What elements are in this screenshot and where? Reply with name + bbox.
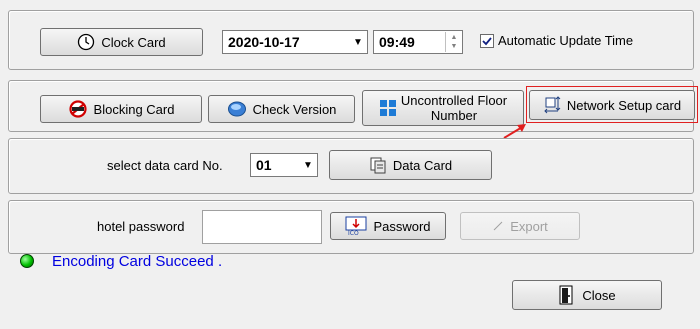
blocking-card-label: Blocking Card — [93, 101, 175, 117]
status-message: Encoding Card Succeed . — [52, 253, 223, 270]
windows-grid-icon — [379, 99, 397, 117]
network-setup-card-button[interactable]: Network Setup card — [529, 90, 695, 120]
uncontrolled-floor-button[interactable]: Uncontrolled Floor Number — [362, 90, 524, 126]
password-icon: ICO — [345, 216, 367, 236]
export-button[interactable]: Export — [460, 212, 580, 240]
card-number-value: 01 — [256, 157, 272, 173]
data-card-icon — [369, 156, 387, 174]
uncontrolled-floor-label-line1: Uncontrolled Floor — [400, 93, 508, 108]
data-card-button[interactable]: Data Card — [329, 150, 492, 180]
date-picker[interactable]: 2020-10-17 ▼ — [222, 30, 368, 54]
close-label: Close — [582, 287, 616, 303]
data-card-label: Data Card — [392, 157, 453, 173]
time-field[interactable]: 09:49 ▲ ▼ — [373, 30, 463, 54]
version-icon — [227, 100, 247, 118]
time-spinner[interactable]: ▲ ▼ — [445, 32, 462, 52]
clock-card-button[interactable]: Clock Card — [40, 28, 203, 56]
hotel-password-input[interactable] — [202, 210, 322, 244]
export-label: Export — [510, 218, 548, 234]
blocking-card-button[interactable]: Blocking Card — [40, 95, 202, 123]
close-button[interactable]: Close — [512, 280, 662, 310]
uncontrolled-floor-label-line2: Number — [430, 108, 478, 123]
blocking-icon — [68, 100, 88, 118]
chevron-down-icon[interactable]: ▼ — [299, 160, 317, 171]
clock-card-label: Clock Card — [101, 34, 166, 50]
export-icon — [492, 220, 504, 232]
time-value: 09:49 — [379, 34, 415, 50]
status-indicator-icon — [20, 254, 34, 268]
network-setup-icon — [543, 95, 563, 115]
select-data-card-label: select data card No. — [107, 158, 223, 173]
check-version-button[interactable]: Check Version — [208, 95, 355, 123]
network-setup-card-label: Network Setup card — [566, 97, 682, 113]
date-value: 2020-10-17 — [228, 34, 300, 50]
check-icon — [482, 37, 492, 46]
hotel-password-label: hotel password — [97, 219, 185, 234]
svg-text:ICO: ICO — [348, 230, 359, 236]
chevron-down-icon[interactable]: ▼ — [349, 37, 367, 48]
clock-icon — [77, 33, 95, 51]
auto-update-label: Automatic Update Time — [498, 33, 634, 48]
password-button-label: Password — [373, 218, 431, 234]
auto-update-checkbox[interactable] — [480, 34, 494, 48]
check-version-label: Check Version — [252, 101, 337, 117]
exit-door-icon — [558, 285, 576, 305]
password-button[interactable]: ICO Password — [330, 212, 446, 240]
card-number-select[interactable]: 01 ▼ — [250, 153, 318, 177]
